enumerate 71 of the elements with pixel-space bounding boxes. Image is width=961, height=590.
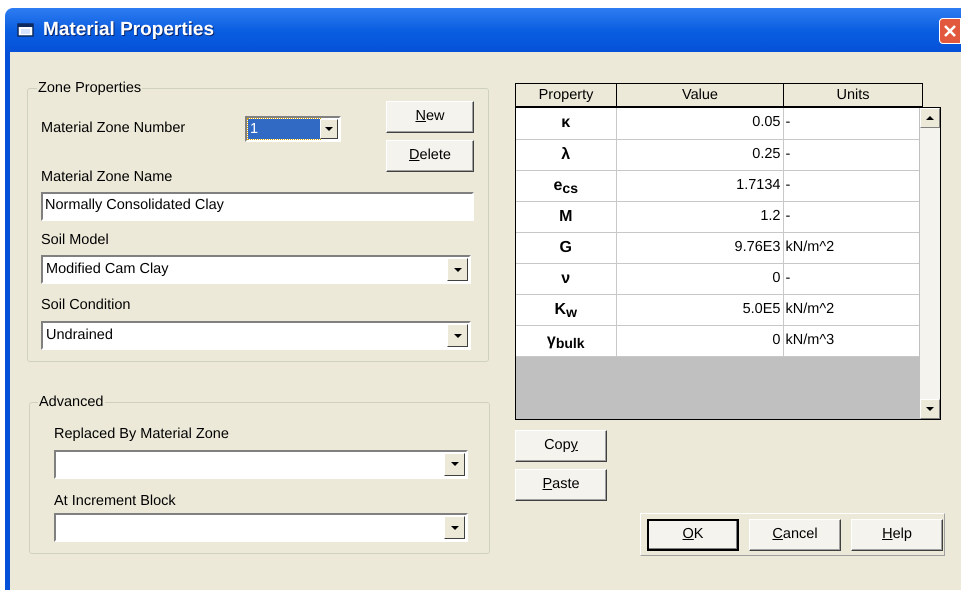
table-cell: - (783, 139, 919, 170)
field-label: Material Zone Name (41, 168, 174, 187)
table-cell: K$_{w}$ (516, 294, 616, 325)
table-cell: 0.05 (616, 108, 783, 139)
dropdown-button[interactable] (444, 452, 465, 476)
scroll-down-button[interactable] (920, 399, 940, 419)
table-cell: - (783, 263, 919, 294)
table-cell: - (783, 201, 919, 232)
dropdown-button[interactable] (320, 118, 338, 139)
window-title: Material Properties (43, 18, 214, 42)
dropdown-field[interactable] (54, 513, 468, 542)
scrollbar[interactable] (920, 108, 940, 419)
caret-icon (450, 526, 458, 530)
dialog-button[interactable]: OK (647, 518, 739, 550)
zone-name-field[interactable]: Normally Consolidated Clay (41, 192, 474, 220)
field-label: Soil Model (41, 230, 110, 250)
table-cell: G (516, 232, 616, 263)
table-cell: e$_{cs}$ (516, 170, 616, 201)
caret-icon (454, 334, 462, 338)
table-cell: - (783, 170, 919, 201)
dialog-button[interactable]: New (386, 100, 474, 133)
close-button[interactable] (939, 18, 961, 44)
dialog-button[interactable]: Paste (515, 469, 607, 501)
table-cell: 0.25 (616, 139, 783, 170)
table-cell: kN/m^2 (783, 232, 919, 263)
combo-value: Undrained (45, 326, 114, 345)
dialog-button[interactable]: Cancel (749, 518, 841, 550)
up-arrow-icon (926, 116, 934, 120)
table-cell: M (516, 201, 616, 232)
dialog-button[interactable]: Help (851, 518, 943, 550)
table-cell: 5.0E5 (616, 294, 783, 325)
field-label: Replaced By Material Zone (54, 424, 230, 444)
close-icon (943, 24, 957, 38)
table-cell: 0 (616, 325, 783, 356)
column-header[interactable]: Value (617, 84, 784, 106)
group-title: Zone Properties (37, 79, 142, 98)
dialog-button[interactable]: Copy (515, 430, 607, 462)
dropdown-button[interactable] (447, 258, 468, 282)
caret-icon (454, 268, 462, 272)
caret-icon (450, 462, 458, 466)
down-arrow-icon (926, 407, 934, 411)
table-cell: γ$_{bulk}$ (516, 325, 616, 356)
window-icon (17, 22, 35, 38)
field-value: Normally Consolidated Clay (45, 196, 224, 216)
table-cell: 0 (616, 263, 783, 294)
combo-value: 1 (248, 118, 320, 139)
table-cell: 1.7134 (616, 170, 783, 201)
combo-value: Modified Cam Clay (45, 260, 170, 280)
column-header[interactable]: Property (516, 84, 617, 106)
table-cell: κ (516, 108, 616, 139)
dropdown-field[interactable]: Modified Cam Clay (41, 255, 471, 284)
field-label: At Increment Block (54, 492, 177, 510)
group-title: Advanced (38, 393, 104, 412)
caret-icon (325, 126, 333, 131)
table-cell: kN/m^2 (783, 294, 919, 325)
dialog-button[interactable]: Delete (386, 140, 474, 172)
field-label: Soil Condition (41, 296, 132, 316)
table-cell: λ (516, 139, 616, 170)
dropdown-button[interactable] (444, 516, 465, 540)
dropdown-field[interactable] (54, 450, 468, 478)
field-label: Material Zone Number (41, 118, 186, 138)
table-cell: - (783, 108, 919, 139)
dropdown-field[interactable]: Undrained (41, 321, 471, 350)
scroll-up-button[interactable] (920, 108, 940, 128)
table-cell: kN/m^3 (783, 325, 919, 356)
table-cell: 9.76E3 (616, 232, 783, 263)
zone-number-combo[interactable]: 1 (245, 116, 341, 142)
column-header[interactable]: Units (784, 84, 922, 106)
dropdown-button[interactable] (447, 324, 468, 347)
table-cell: ν (516, 263, 616, 294)
table-cell: 1.2 (616, 201, 783, 232)
